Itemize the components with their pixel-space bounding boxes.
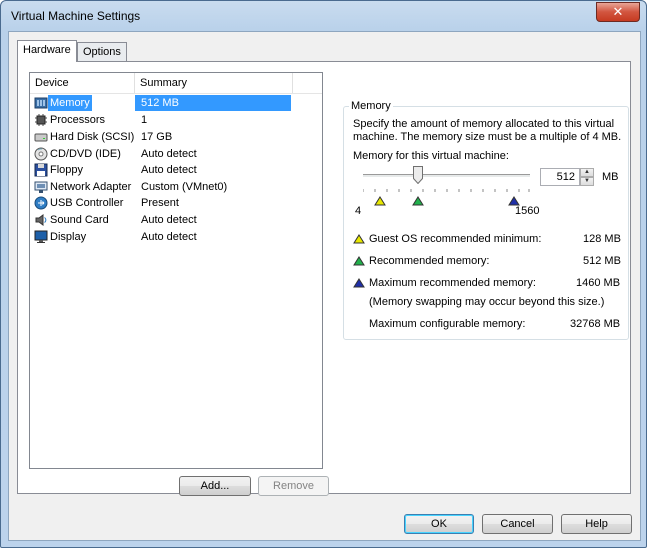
max-recommended-label: Maximum recommended memory:: [369, 277, 536, 289]
guest-os-min-value: 128 MB: [583, 233, 621, 245]
close-icon: ✕: [612, 4, 624, 20]
window-title: Virtual Machine Settings: [11, 9, 141, 23]
table-row-network-adapter[interactable]: Network Adapter Custom (VMnet0): [31, 179, 305, 195]
memory-slider-track[interactable]: [363, 174, 530, 178]
guest-os-min-label: Guest OS recommended minimum:: [369, 233, 542, 245]
title-bar[interactable]: Virtual Machine Settings ✕: [1, 1, 646, 31]
help-button-label: Help: [585, 518, 608, 530]
help-button[interactable]: Help: [561, 514, 632, 534]
display-icon: [34, 230, 48, 243]
table-row-hard-disk[interactable]: Hard Disk (SCSI) 17 GB: [31, 129, 305, 145]
device-list[interactable]: Device Summary Memory 512 MB Processors …: [29, 72, 323, 469]
memory-description-line1: Specify the amount of memory allocated t…: [353, 118, 615, 130]
dialog-client-area: Hardware Options Device Summary Memory 5…: [8, 31, 641, 541]
header-divider: [30, 93, 322, 94]
slider-tick-marks: [362, 189, 530, 192]
column-header-summary[interactable]: Summary: [135, 73, 293, 93]
column-header-device[interactable]: Device: [30, 73, 135, 93]
memory-slider-thumb[interactable]: [413, 166, 423, 185]
device-name: Memory: [48, 95, 92, 111]
tab-hardware[interactable]: Hardware: [17, 40, 77, 62]
cancel-button-label: Cancel: [500, 518, 535, 530]
table-row-display[interactable]: Display Auto detect: [31, 229, 305, 245]
device-name: Sound Card: [50, 214, 109, 226]
device-summary: 512 MB: [135, 95, 291, 111]
virtual-machine-settings-window: Virtual Machine Settings ✕ Hardware Opti…: [0, 0, 647, 548]
table-row-memory[interactable]: Memory 512 MB: [31, 95, 305, 111]
device-summary: Auto detect: [141, 148, 197, 160]
processor-icon: [35, 114, 47, 126]
increment-arrow-icon[interactable]: ▲: [580, 168, 594, 177]
floppy-icon: [34, 163, 48, 177]
table-row-sound-card[interactable]: Sound Card Auto detect: [31, 212, 305, 228]
hardware-panel: Device Summary Memory 512 MB Processors …: [17, 61, 631, 496]
decrement-arrow-icon[interactable]: ▼: [580, 177, 594, 186]
memory-size-input[interactable]: 512: [540, 168, 580, 186]
device-summary: 1: [141, 114, 148, 126]
device-summary: Custom (VMnet0): [141, 181, 228, 193]
slider-min-label: 4: [355, 205, 362, 217]
table-row-usb-controller[interactable]: USB Controller Present: [31, 195, 305, 211]
device-name: Network Adapter: [50, 181, 132, 193]
remove-button[interactable]: Remove: [258, 476, 329, 496]
max-recommended-legend-icon: [353, 278, 365, 288]
recommended-legend-icon: [353, 256, 365, 266]
remove-button-label: Remove: [273, 480, 314, 492]
device-name: Display: [50, 231, 87, 243]
device-name: Floppy: [50, 164, 84, 176]
slider-max-label: 1560: [515, 205, 540, 217]
hard-disk-icon: [34, 133, 48, 142]
network-adapter-icon: [34, 181, 48, 193]
max-configurable-value: 32768 MB: [570, 318, 621, 330]
device-summary: Auto detect: [141, 231, 197, 243]
recommended-marker-icon: [412, 196, 424, 206]
device-summary: Auto detect: [141, 164, 197, 176]
memory-group-title: Memory: [349, 100, 393, 112]
recommended-memory-label: Recommended memory:: [369, 255, 490, 267]
tab-options[interactable]: Options: [77, 42, 127, 61]
cd-dvd-icon: [34, 147, 48, 161]
device-summary: Auto detect: [141, 214, 197, 226]
ok-button-label: OK: [431, 518, 447, 530]
close-button[interactable]: ✕: [596, 2, 640, 22]
device-summary: 17 GB: [141, 131, 173, 143]
memory-unit-label: MB: [602, 171, 619, 183]
memory-field-label: Memory for this virtual machine:: [353, 150, 509, 162]
device-name: Processors: [50, 114, 106, 126]
table-row-cd-dvd[interactable]: CD/DVD (IDE) Auto detect: [31, 146, 305, 162]
device-name: CD/DVD (IDE): [50, 148, 121, 160]
min-marker-icon: [374, 196, 386, 206]
usb-icon: [34, 196, 48, 210]
slider-ticks: [362, 184, 530, 192]
table-row-processors[interactable]: Processors 1: [31, 112, 305, 128]
cancel-button[interactable]: Cancel: [482, 514, 553, 534]
recommended-memory-value: 512 MB: [583, 255, 621, 267]
device-name: Hard Disk (SCSI): [50, 131, 135, 143]
ok-button[interactable]: OK: [404, 514, 474, 534]
device-name: USB Controller: [50, 197, 124, 209]
table-row-floppy[interactable]: Floppy Auto detect: [31, 162, 305, 178]
max-configurable-label: Maximum configurable memory:: [369, 318, 526, 330]
max-recommended-value: 1460 MB: [576, 277, 621, 289]
memory-icon: [34, 97, 48, 109]
add-button[interactable]: Add...: [179, 476, 251, 496]
add-button-label: Add...: [200, 480, 230, 492]
min-legend-icon: [353, 234, 365, 244]
memory-size-stepper[interactable]: ▲ ▼: [580, 168, 594, 186]
sound-card-icon: [35, 214, 47, 226]
swap-note: (Memory swapping may occur beyond this s…: [369, 296, 605, 308]
memory-description-line2: machine. The memory size must be a multi…: [353, 131, 622, 143]
device-summary: Present: [141, 197, 179, 209]
